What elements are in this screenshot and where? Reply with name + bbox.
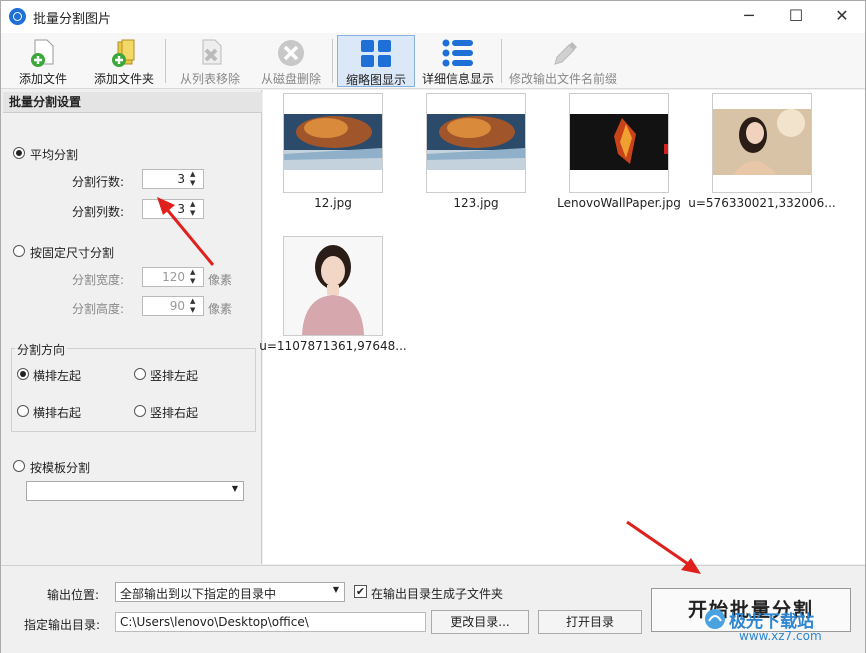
cols-stepper[interactable]: 3 ▲ ▼ xyxy=(142,199,204,219)
cols-label: 分割列数: xyxy=(72,205,125,219)
id-photo-thumbnail xyxy=(284,237,382,335)
fixed-size-label: 按固定尺寸分割 xyxy=(30,246,115,260)
even-split-label: 平均分割 xyxy=(30,148,79,162)
app-icon xyxy=(9,8,26,25)
dir-v-right-radio[interactable] xyxy=(134,405,146,417)
file-name: 12.jpg xyxy=(314,196,352,210)
dir-h-right-label: 横排右起 xyxy=(33,406,82,420)
thumbnail-item[interactable] xyxy=(712,93,812,193)
output-dir-label: 指定输出目录: xyxy=(24,618,101,632)
height-label: 分割高度: xyxy=(72,302,125,316)
add-file-button[interactable]: 添加文件 xyxy=(11,35,75,87)
chevron-down-icon: ▼ xyxy=(332,585,339,594)
even-split-radio[interactable] xyxy=(13,147,25,159)
thumbnail-view-button[interactable]: 缩略图显示 xyxy=(337,35,415,87)
add-folder-button[interactable]: 添加文件夹 xyxy=(89,35,159,87)
watermark-icon xyxy=(705,609,725,629)
toolbar: 添加文件 添加文件夹 从列表移除 从磁盘删除 缩略图显示 详细信息显示 修改输出… xyxy=(1,33,865,89)
template-radio[interactable] xyxy=(13,460,25,472)
output-location-select[interactable]: 全部输出到以下指定的目录中 ▼ xyxy=(115,582,345,602)
file-name: LenovoWallPaper.jpg xyxy=(557,196,681,210)
volcano-photo-thumbnail xyxy=(284,114,382,170)
open-dir-button[interactable]: 打开目录 xyxy=(538,610,642,634)
delete-circle-icon xyxy=(278,40,304,66)
dir-h-right-radio[interactable] xyxy=(17,405,29,417)
volcano-photo-thumbnail xyxy=(427,114,525,170)
main-window: 批量分割图片 ─ ☐ ✕ 添加文件 添加文件夹 从列表移除 从磁盘删除 缩略图显… xyxy=(0,0,866,653)
dir-h-left-label: 横排左起 xyxy=(33,369,82,383)
watermark-logo: 极光下载站 www.xz7.com xyxy=(701,605,861,649)
file-name: 123.jpg xyxy=(453,196,499,210)
stepper-arrows-icon[interactable]: ▲ ▼ xyxy=(190,297,200,315)
dir-v-right-label: 竖排右起 xyxy=(150,406,199,420)
remove-from-list-button[interactable]: 从列表移除 xyxy=(173,35,247,87)
thumbnail-item[interactable] xyxy=(283,93,383,193)
toolbar-separator xyxy=(332,39,333,83)
dir-h-left-radio[interactable] xyxy=(17,368,29,380)
split-settings-panel: 批量分割设置 平均分割 分割行数: 3 ▲ ▼ 分割列数: 3 ▲ ▼ 按固定尺寸分… xyxy=(3,90,262,564)
subfolder-label: 在输出目录生成子文件夹 xyxy=(371,587,504,601)
title-bar: 批量分割图片 ─ ☐ ✕ xyxy=(1,1,865,33)
stepper-arrows-icon[interactable]: ▲ ▼ xyxy=(190,170,200,188)
pencil-icon xyxy=(554,42,577,65)
output-dir-input[interactable]: C:\Users\lenovo\Desktop\office\ xyxy=(115,612,426,632)
delete-from-disk-button[interactable]: 从磁盘删除 xyxy=(255,35,327,87)
stepper-arrows-icon[interactable]: ▲ ▼ xyxy=(190,268,200,286)
template-select[interactable]: ▼ xyxy=(26,481,244,501)
dir-v-left-label: 竖排左起 xyxy=(150,369,199,383)
settings-title: 批量分割设置 xyxy=(3,92,262,113)
thumbnail-item[interactable] xyxy=(569,93,669,193)
thumbnail-item[interactable] xyxy=(426,93,526,193)
maximize-button[interactable]: ☐ xyxy=(773,1,819,31)
window-title: 批量分割图片 xyxy=(33,12,112,27)
rename-prefix-button[interactable]: 修改输出文件名前缀 xyxy=(505,35,621,87)
grid-icon xyxy=(361,40,391,67)
height-stepper[interactable]: 90 ▲ ▼ xyxy=(142,296,204,316)
toolbar-separator xyxy=(165,39,166,83)
stepper-arrows-icon[interactable]: ▲ ▼ xyxy=(190,200,200,218)
file-name: u=576330021,332006... xyxy=(688,196,836,210)
add-file-icon xyxy=(31,39,54,67)
width-stepper[interactable]: 120 ▲ ▼ xyxy=(142,267,204,287)
height-unit: 像素 xyxy=(208,302,233,316)
list-icon xyxy=(442,39,473,67)
file-name: u=1107871361,97648... xyxy=(259,339,407,353)
width-unit: 像素 xyxy=(208,273,233,287)
fire-wallpaper-thumbnail xyxy=(570,114,668,170)
thumbnail-area: 12.jpg 123.jpg LenovoWallPaper.jpg u=576… xyxy=(259,90,865,564)
direction-title: 分割方向 xyxy=(15,341,68,358)
remove-file-icon xyxy=(202,39,222,65)
dir-v-left-radio[interactable] xyxy=(134,368,146,380)
subfolder-checkbox[interactable]: ✔ xyxy=(354,585,367,598)
chevron-down-icon: ▼ xyxy=(231,484,238,493)
detail-view-button[interactable]: 详细信息显示 xyxy=(419,35,497,87)
output-location-label: 输出位置: xyxy=(47,588,100,602)
add-folder-icon xyxy=(112,39,135,67)
width-label: 分割宽度: xyxy=(72,273,125,287)
minimize-button[interactable]: ─ xyxy=(726,1,772,31)
close-button[interactable]: ✕ xyxy=(819,1,865,31)
thumbnail-item[interactable] xyxy=(283,236,383,336)
change-dir-button[interactable]: 更改目录... xyxy=(431,610,529,634)
rows-stepper[interactable]: 3 ▲ ▼ xyxy=(142,169,204,189)
rows-label: 分割行数: xyxy=(72,175,125,189)
fixed-size-radio[interactable] xyxy=(13,245,25,257)
toolbar-separator xyxy=(501,39,502,83)
portrait-photo-thumbnail xyxy=(713,109,811,175)
template-label: 按模板分割 xyxy=(30,461,91,475)
